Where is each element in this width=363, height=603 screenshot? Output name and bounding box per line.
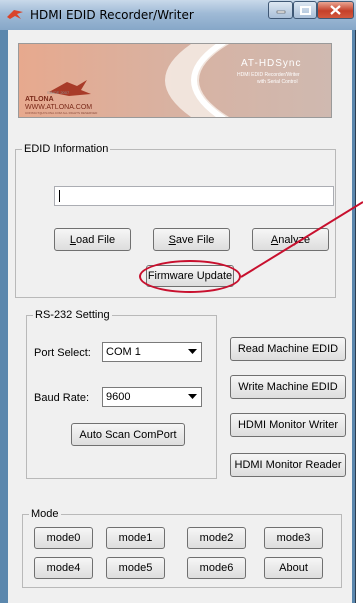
hdmi-monitor-writer-label: HDMI Monitor Writer	[237, 419, 339, 431]
maximize-button[interactable]	[293, 1, 317, 19]
logo-since: SINCE 2007	[47, 90, 70, 95]
baud-rate-label: Baud Rate:	[34, 392, 90, 404]
window-title: HDMI EDID Recorder/Writer	[30, 8, 194, 22]
about-label: About	[279, 562, 308, 574]
mode3-button[interactable]: mode3	[264, 527, 323, 549]
mode1-button[interactable]: mode1	[106, 527, 165, 549]
mode5-button[interactable]: mode5	[106, 557, 165, 579]
read-machine-edid-label: Read Machine EDID	[237, 343, 339, 355]
close-button[interactable]	[317, 1, 354, 19]
mode1-label: mode1	[118, 532, 153, 544]
maximize-icon	[299, 5, 311, 15]
firmware-highlight-ellipse	[139, 260, 241, 293]
edid-file-path-input[interactable]	[54, 186, 334, 206]
app-icon	[7, 10, 23, 19]
auto-scan-comport-button[interactable]: Auto Scan ComPort	[71, 423, 185, 446]
write-machine-edid-label: Write Machine EDID	[238, 381, 338, 393]
hdmi-monitor-writer-button[interactable]: HDMI Monitor Writer	[230, 413, 346, 437]
mode2-button[interactable]: mode2	[187, 527, 246, 549]
logo-brand: ATLONA	[25, 96, 54, 103]
text-cursor	[59, 190, 60, 202]
client-area: AT-HDSync HDMI EDID Recorder/Writer with…	[8, 30, 352, 603]
save-file-label: ave File	[175, 233, 215, 246]
analyze-button[interactable]: Analyze	[252, 228, 329, 251]
analyze-label: nalyze	[278, 233, 311, 246]
mode-group-label: Mode	[29, 507, 61, 521]
about-button[interactable]: About	[264, 557, 323, 579]
app-window: HDMI EDID Recorder/Writer AT-HDSync HDMI…	[0, 0, 356, 603]
port-select-label: Port Select:	[34, 347, 91, 359]
baud-rate-dropdown[interactable]: 9600	[102, 387, 202, 407]
logo-subtitle-2: with Serial Control	[257, 79, 298, 85]
save-file-mnemonic: S	[168, 233, 176, 246]
minimize-button[interactable]	[268, 1, 293, 19]
auto-scan-label: Auto Scan ComPort	[79, 428, 177, 441]
atlona-logo-banner: AT-HDSync HDMI EDID Recorder/Writer with…	[18, 43, 332, 118]
minimize-icon	[276, 10, 285, 14]
mode6-button[interactable]: mode6	[187, 557, 246, 579]
logo-subtitle-1: HDMI EDID Recorder/Writer	[237, 72, 300, 78]
title-bar[interactable]: HDMI EDID Recorder/Writer	[0, 0, 356, 30]
load-file-label: oad File	[75, 233, 116, 246]
port-select-value: COM 1	[106, 346, 141, 358]
logo-product: AT-HDSync	[241, 58, 302, 69]
logo-url: WWW.ATLONA.COM	[25, 104, 93, 111]
chevron-down-icon	[185, 389, 200, 405]
close-icon	[330, 5, 341, 15]
read-machine-edid-button[interactable]: Read Machine EDID	[230, 337, 346, 361]
hdmi-monitor-reader-label: HDMI Monitor Reader	[234, 459, 342, 471]
mode0-label: mode0	[46, 532, 81, 544]
hdmi-monitor-reader-button[interactable]: HDMI Monitor Reader	[230, 453, 346, 477]
port-select-dropdown[interactable]: COM 1	[102, 342, 202, 362]
mode3-label: mode3	[276, 532, 311, 544]
mode5-label: mode5	[118, 562, 153, 574]
mode0-button[interactable]: mode0	[34, 527, 93, 549]
chevron-down-icon	[185, 344, 200, 360]
rs232-group-label: RS-232 Setting	[33, 308, 112, 322]
save-file-button[interactable]: Save File	[153, 228, 230, 251]
mode4-label: mode4	[46, 562, 81, 574]
load-file-button[interactable]: Load File	[54, 228, 131, 251]
logo-tagline: CONTACT@ATLONA.COM ALL RIGHTS RESERVED	[25, 111, 98, 115]
mode2-label: mode2	[199, 532, 234, 544]
edid-group-label: EDID Information	[22, 142, 111, 156]
write-machine-edid-button[interactable]: Write Machine EDID	[230, 375, 346, 399]
analyze-mnemonic: A	[270, 233, 279, 246]
mode6-label: mode6	[199, 562, 234, 574]
baud-rate-value: 9600	[106, 391, 131, 403]
mode4-button[interactable]: mode4	[34, 557, 93, 579]
